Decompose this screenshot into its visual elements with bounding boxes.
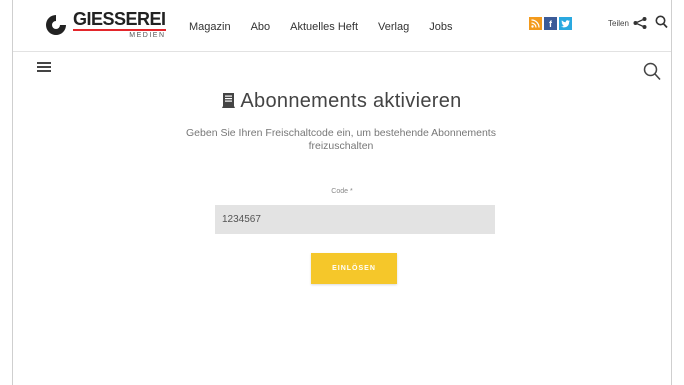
- hamburger-menu-icon[interactable]: [37, 62, 51, 74]
- social-links: f: [529, 17, 572, 30]
- share-button[interactable]: Teilen: [608, 17, 647, 29]
- logo-underline: [73, 29, 166, 31]
- main-nav: Magazin Abo Aktuelles Heft Verlag Jobs: [189, 21, 472, 33]
- share-label: Teilen: [608, 18, 629, 28]
- page-description: Geben Sie Ihren Freischaltcode ein, um b…: [186, 127, 496, 152]
- logo-subtext: MEDIEN: [129, 32, 166, 39]
- top-navigation-bar: GIESSEREI MEDIEN Magazin Abo Aktuelles H…: [13, 0, 671, 52]
- nav-item-aktuelles-heft[interactable]: Aktuelles Heft: [290, 21, 358, 33]
- share-icon: [633, 17, 647, 29]
- search-icon-large[interactable]: [643, 62, 661, 81]
- page-frame: GIESSEREI MEDIEN Magazin Abo Aktuelles H…: [12, 0, 672, 385]
- logo-mark-icon: [46, 15, 66, 35]
- twitter-icon[interactable]: [559, 17, 572, 30]
- rss-icon[interactable]: [529, 17, 542, 30]
- nav-item-abo[interactable]: Abo: [251, 21, 271, 33]
- facebook-icon[interactable]: f: [544, 17, 557, 30]
- page-title: Abonnements aktivieren: [13, 90, 671, 113]
- redeem-button[interactable]: EINLÖSEN: [311, 253, 397, 284]
- nav-item-verlag[interactable]: Verlag: [378, 21, 409, 33]
- code-input[interactable]: [215, 205, 495, 234]
- document-icon: [222, 93, 236, 108]
- nav-item-magazin[interactable]: Magazin: [189, 21, 231, 33]
- search-icon[interactable]: [655, 15, 668, 29]
- giesserei-logo[interactable]: GIESSEREI MEDIEN: [43, 10, 166, 39]
- code-label: Code *: [331, 188, 353, 195]
- page-title-text: Abonnements aktivieren: [240, 90, 462, 112]
- logo-text: GIESSEREI: [73, 9, 166, 29]
- nav-item-jobs[interactable]: Jobs: [429, 21, 452, 33]
